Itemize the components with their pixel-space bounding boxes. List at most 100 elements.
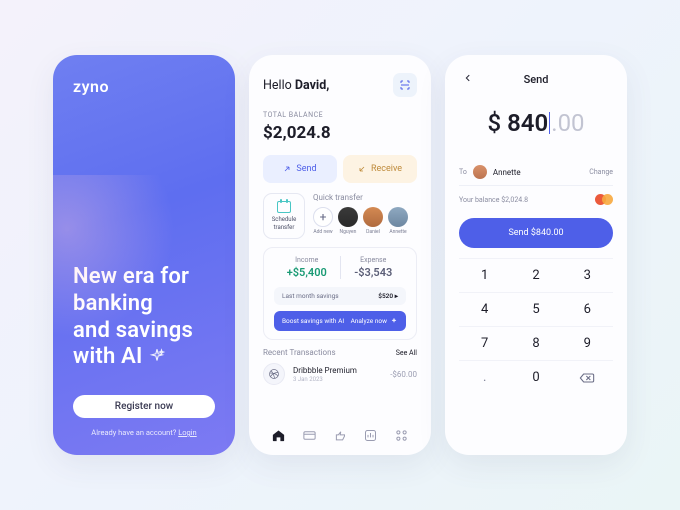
- schedule-label: Schedule: [272, 216, 297, 223]
- contact-name: Daniel: [366, 229, 380, 235]
- key-3[interactable]: 3: [562, 258, 613, 292]
- schedule-label: transfer: [272, 224, 297, 231]
- nav-apps-icon[interactable]: [394, 428, 409, 443]
- amount-display: $840.00: [459, 109, 613, 137]
- greet-name: David,: [295, 78, 329, 93]
- promo-screen: zyno New era for banking and savings wit…: [53, 55, 235, 455]
- contact-name: Annette: [389, 229, 406, 235]
- key-backspace[interactable]: [562, 360, 613, 394]
- headline-line: banking: [73, 291, 153, 316]
- avatar: [363, 207, 383, 227]
- transaction-date: 3 Jan 2023: [293, 376, 382, 383]
- key-9[interactable]: 9: [562, 326, 613, 360]
- analyze-label: Analyze now: [351, 317, 387, 325]
- send-label: Send: [296, 164, 316, 174]
- transaction-amount: -$60.00: [390, 370, 417, 379]
- your-balance-value: $2,024.8: [501, 196, 528, 204]
- transaction-name: Dribbble Premium: [293, 366, 382, 375]
- boost-savings-button[interactable]: Boost savings with AI Analyze now: [274, 311, 406, 331]
- arrow-up-right-icon: [283, 165, 291, 173]
- sparkle-icon: [148, 346, 166, 373]
- recipient-avatar: [473, 165, 487, 179]
- brand-logo: zyno: [73, 77, 215, 96]
- see-all-link[interactable]: See All: [396, 349, 417, 357]
- page-title: Send: [524, 73, 549, 86]
- login-link[interactable]: Login: [178, 428, 197, 437]
- key-6[interactable]: 6: [562, 292, 613, 326]
- sparkle-icon: [390, 317, 398, 325]
- lms-label: Last month savings: [282, 292, 339, 300]
- contact-avatar[interactable]: Annette: [388, 207, 408, 235]
- receive-button[interactable]: Receive: [343, 155, 417, 183]
- income-label: Income: [274, 256, 340, 264]
- balance-label: TOTAL BALANCE: [263, 111, 417, 119]
- headline-line: with AI: [73, 344, 143, 369]
- bottom-nav: [263, 418, 417, 447]
- numeric-keypad: 1 2 3 4 5 6 7 8 9 . 0: [459, 258, 613, 394]
- amount-main: 840: [507, 109, 548, 137]
- quick-transfer-label: Quick transfer: [313, 193, 417, 202]
- change-recipient-link[interactable]: Change: [589, 168, 613, 176]
- transaction-row[interactable]: Dribbble Premium 3 Jan 2023 -$60.00: [263, 363, 417, 385]
- greet-prefix: Hello: [263, 78, 295, 93]
- register-button[interactable]: Register now: [73, 395, 215, 418]
- key-2[interactable]: 2: [510, 258, 561, 292]
- back-button[interactable]: [459, 69, 477, 87]
- home-screen: Hello David, TOTAL BALANCE $2,024.8 Send…: [249, 55, 431, 455]
- contact-avatar[interactable]: Nguyen: [338, 207, 358, 235]
- schedule-transfer-button[interactable]: Schedule transfer: [263, 193, 305, 239]
- amount-fraction: .00: [551, 109, 584, 137]
- dribbble-icon: [263, 363, 285, 385]
- greeting: Hello David,: [263, 78, 329, 93]
- key-5[interactable]: 5: [510, 292, 561, 326]
- last-month-savings: Last month savings $520 ▸: [274, 287, 406, 305]
- send-button[interactable]: Send: [263, 155, 337, 183]
- nav-home-icon[interactable]: [271, 428, 286, 443]
- lms-value: $520 ▸: [378, 292, 398, 300]
- balance-value: $2,024.8: [263, 123, 417, 143]
- income-value: +$5,400: [274, 266, 340, 279]
- arrow-down-left-icon: [358, 165, 366, 173]
- plus-icon: +: [313, 207, 333, 227]
- to-label: To: [459, 168, 467, 176]
- key-8[interactable]: 8: [510, 326, 561, 360]
- expense-value: -$3,543: [341, 266, 407, 279]
- avatar: [388, 207, 408, 227]
- scan-button[interactable]: [393, 73, 417, 97]
- your-balance-label: Your balance $2,024.8: [459, 196, 528, 204]
- key-7[interactable]: 7: [459, 326, 510, 360]
- chevron-left-icon: [463, 73, 473, 83]
- add-contact-button[interactable]: + Add new: [313, 207, 333, 235]
- backspace-icon: [579, 372, 595, 384]
- scan-icon: [399, 79, 411, 91]
- contact-name: Nguyen: [340, 229, 357, 235]
- nav-card-icon[interactable]: [302, 428, 317, 443]
- recent-transactions-title: Recent Transactions: [263, 348, 336, 357]
- headline-line: New era for: [73, 264, 189, 289]
- balance-row: Your balance $2,024.8: [459, 186, 613, 218]
- calendar-icon: [277, 201, 291, 213]
- receive-label: Receive: [371, 164, 402, 174]
- income-expense-card: Income +$5,400 Expense -$3,543 Last mont…: [263, 247, 417, 340]
- mastercard-icon[interactable]: [595, 194, 613, 206]
- recipient-name: Annette: [493, 168, 521, 177]
- key-decimal[interactable]: .: [459, 360, 510, 394]
- avatar: [338, 207, 358, 227]
- recipient-row: To Annette Change: [459, 159, 613, 186]
- promo-headline: New era for banking and savings with AI: [73, 264, 215, 373]
- send-screen: Send $840.00 To Annette Change Your bala…: [445, 55, 627, 455]
- nav-stats-icon[interactable]: [363, 428, 378, 443]
- headline-line: and savings: [73, 318, 193, 343]
- key-1[interactable]: 1: [459, 258, 510, 292]
- expense-label: Expense: [341, 256, 407, 264]
- contact-name: Add new: [313, 229, 332, 235]
- boost-label: Boost savings with AI: [282, 317, 344, 325]
- key-0[interactable]: 0: [510, 360, 561, 394]
- currency-symbol: $: [487, 109, 501, 137]
- login-prompt: Already have an account? Login: [73, 428, 215, 437]
- confirm-send-button[interactable]: Send $840.00: [459, 218, 613, 248]
- login-prefix: Already have an account?: [91, 428, 178, 437]
- key-4[interactable]: 4: [459, 292, 510, 326]
- nav-like-icon[interactable]: [332, 428, 347, 443]
- contact-avatar[interactable]: Daniel: [363, 207, 383, 235]
